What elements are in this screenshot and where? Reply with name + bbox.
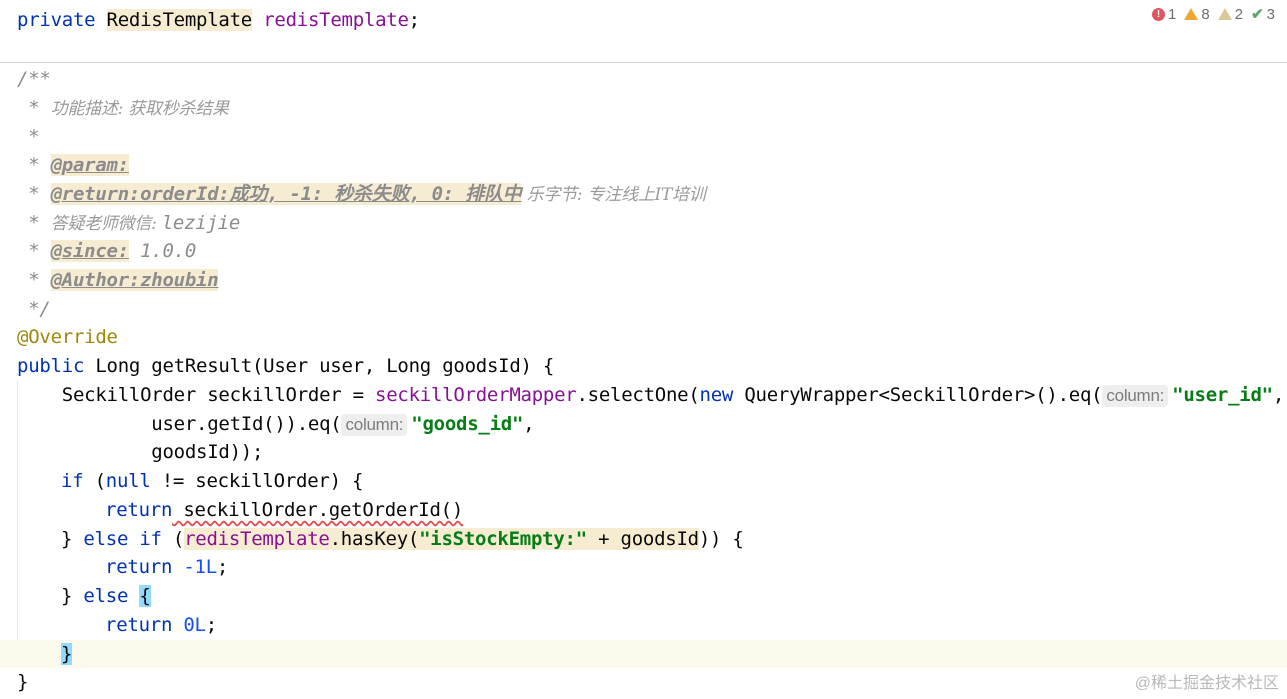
javadoc-contact[interactable]: * 答疑老师微信: lezijie bbox=[17, 209, 240, 238]
check-double-icon: ✔ bbox=[1251, 6, 1264, 23]
method-separator bbox=[0, 62, 1287, 63]
return-order-id-line[interactable]: return seckillOrder.getOrderId() bbox=[105, 496, 463, 525]
javadoc-since[interactable]: * @since: 1.0.0 bbox=[17, 237, 196, 266]
highlighted-expression: redisTemplate.hasKey("isStockEmpty:" + g… bbox=[184, 528, 699, 550]
param-hint-column: column: bbox=[1102, 385, 1169, 407]
close-else-brace-line[interactable]: } bbox=[61, 640, 72, 669]
weak-warning-icon bbox=[1217, 8, 1232, 20]
ok-count[interactable]: ✔ 3 bbox=[1251, 5, 1275, 24]
else-line[interactable]: } else { bbox=[61, 582, 151, 611]
weak-warning-count[interactable]: 2 bbox=[1217, 6, 1243, 23]
javadoc-param[interactable]: * @param: bbox=[17, 151, 129, 180]
else-if-line[interactable]: } else if (redisTemplate.hasKey("isStock… bbox=[61, 525, 744, 554]
return-zero-line[interactable]: return 0L; bbox=[105, 611, 217, 640]
close-method-brace-line[interactable]: } bbox=[17, 668, 28, 697]
javadoc-return[interactable]: * @return:orderId:成功, -1: 秒杀失败, 0: 排队中 乐… bbox=[17, 180, 706, 209]
select-one-line[interactable]: SeckillOrder seckillOrder = seckillOrder… bbox=[17, 381, 1284, 410]
error-icon: ! bbox=[1152, 7, 1166, 21]
method-signature[interactable]: public Long getResult(User user, Long go… bbox=[17, 352, 554, 381]
select-one-line-3[interactable]: goodsId)); bbox=[17, 438, 263, 467]
select-one-line-2[interactable]: user.getId()).eq(column: "goods_id", bbox=[17, 410, 535, 439]
error-count[interactable]: ! 1 bbox=[1152, 6, 1176, 23]
javadoc-author[interactable]: * @Author:zhoubin bbox=[17, 266, 219, 295]
inspection-widget[interactable]: ! 1 8 2 ✔ 3 bbox=[1152, 5, 1275, 23]
param-hint-column: column: bbox=[341, 414, 408, 436]
code-editor[interactable]: ! 1 8 2 ✔ 3 private RedisTemplate redisT… bbox=[0, 0, 1287, 699]
current-line-highlight bbox=[0, 640, 1287, 668]
watermark: @稀土掘金技术社区 bbox=[1134, 675, 1279, 692]
javadoc-close[interactable]: */ bbox=[17, 295, 51, 324]
if-line[interactable]: if (null != seckillOrder) { bbox=[61, 467, 363, 496]
warning-icon bbox=[1184, 8, 1199, 20]
warning-count[interactable]: 8 bbox=[1184, 6, 1210, 23]
javadoc-open[interactable]: /** bbox=[17, 65, 51, 94]
code-line-field[interactable]: private RedisTemplate redisTemplate; bbox=[17, 6, 420, 35]
javadoc-blank[interactable]: * bbox=[17, 123, 39, 152]
javadoc-description[interactable]: * 功能描述: 获取秒杀结果 bbox=[17, 94, 229, 123]
return-minus-one-line[interactable]: return -1L; bbox=[105, 553, 228, 582]
override-annotation[interactable]: @Override bbox=[17, 323, 118, 352]
